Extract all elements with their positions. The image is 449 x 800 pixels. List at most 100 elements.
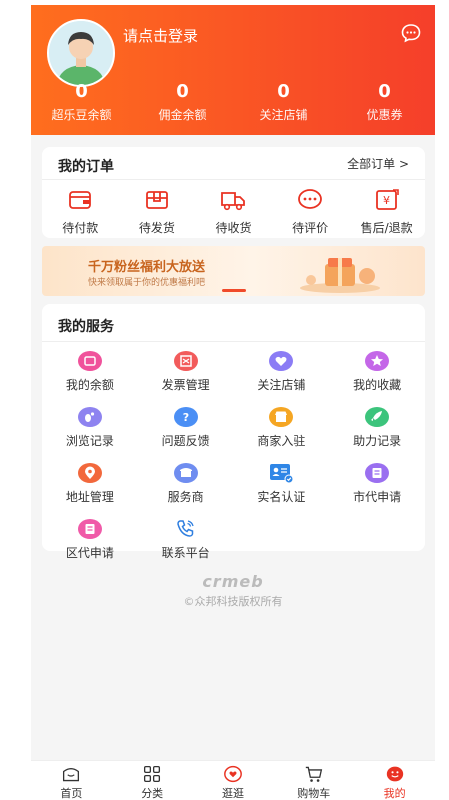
stat-followed-shops[interactable]: 0 关注店铺 [233,81,334,123]
footprint-icon [77,407,102,427]
copyright-text: ©众邦科技版权所有 [183,595,283,608]
service-real-name-auth[interactable]: 实名认证 [234,462,330,505]
service-label: 关注店铺 [257,378,306,392]
service-label: 浏览记录 [65,434,114,448]
avatar[interactable] [47,19,115,87]
balance-icon [77,351,102,371]
discover-icon [224,765,242,783]
question-icon: ? [173,407,198,427]
stat-value: 0 [75,81,88,102]
phone-icon [176,520,194,537]
brand-logo: crmeb [202,572,264,591]
tab-home[interactable]: 首页 [31,761,112,800]
service-provider[interactable]: 服务商 [138,462,234,505]
service-label: 助力记录 [353,434,402,448]
order-pending-shipment[interactable]: 待发货 [119,187,196,236]
apply-icon [365,463,390,483]
apply-pink-icon [77,519,102,539]
stat-label: 关注店铺 [259,108,308,122]
service-label: 区代申请 [65,546,114,560]
gift-illustration-icon [300,258,380,293]
profile-header: 请点击登录 0 超乐豆余额 0 佣金余额 0 关注店铺 0 优惠券 [31,5,435,135]
banner-title: 千万粉丝福利大放送 [88,260,206,275]
order-status-row: 待付款 待发货 待收货 待评价 ¥ 售后/退款 [42,187,425,236]
wallet-icon [69,191,92,209]
service-history[interactable]: 浏览记录 [42,406,138,449]
truck-icon [221,192,246,211]
all-orders-link[interactable]: 全部订单 > [347,155,409,172]
message-icon[interactable] [401,23,421,43]
svg-text:?: ? [182,411,188,424]
stat-value: 0 [277,81,290,102]
invoice-icon [173,351,198,371]
service-label: 我的收藏 [353,378,402,392]
service-label: 问题反馈 [161,434,210,448]
service-feedback[interactable]: ? 问题反馈 [138,406,234,449]
service-merchant-join[interactable]: 商家入驻 [234,406,330,449]
tab-label: 首页 [60,787,83,800]
star-icon [365,351,390,371]
banner-indicator [222,289,246,292]
package-icon [145,191,168,209]
divider [42,179,425,180]
service-label: 地址管理 [65,490,114,504]
tab-label: 分类 [141,787,164,800]
user-icon [386,766,403,782]
promo-banner[interactable]: 千万粉丝福利大放送 快来领取属于你的优惠福利吧 [42,246,425,296]
order-pending-receipt[interactable]: 待收货 [195,187,272,236]
comment-icon [298,189,322,209]
cart-icon [305,766,322,782]
stat-value: 0 [176,81,189,102]
home-icon [63,768,80,782]
stat-label: 优惠券 [366,108,403,122]
service-label: 联系平台 [161,546,210,560]
tab-category[interactable]: 分类 [112,761,193,800]
stat-value: 0 [378,81,391,102]
services-title: 我的服务 [58,319,114,335]
service-boost-records[interactable]: 助力记录 [329,406,425,449]
service-invoice[interactable]: 发票管理 [138,350,234,393]
order-label: 待收货 [215,221,252,235]
category-icon [144,765,161,783]
service-label: 实名认证 [257,490,306,504]
tab-label: 逛逛 [221,787,244,800]
tab-mine[interactable]: 我的 [354,761,435,800]
banner-subtitle: 快来领取属于你的优惠福利吧 [88,278,206,288]
stat-commission[interactable]: 0 佣金余额 [132,81,233,123]
service-followed-shops[interactable]: 关注店铺 [234,350,330,393]
services-grid: 我的余额 发票管理 关注店铺 我的收藏 浏览记录 ? 问题反馈 商家入驻 助力记… [42,350,425,561]
service-city-agent[interactable]: 市代申请 [329,462,425,505]
service-label: 服务商 [167,490,204,504]
order-refund[interactable]: ¥ 售后/退款 [348,187,425,236]
service-label: 我的余额 [65,378,114,392]
order-pending-payment[interactable]: 待付款 [42,187,119,236]
stat-label: 佣金余额 [158,108,207,122]
stat-points[interactable]: 0 超乐豆余额 [31,81,132,123]
service-contact-platform[interactable]: 联系平台 [138,518,234,561]
svg-text:¥: ¥ [383,194,390,207]
orders-card: 我的订单 全部订单 > 待付款 待发货 待收货 待评价 ¥ 售后/退款 [42,147,425,238]
service-balance[interactable]: 我的余额 [42,350,138,393]
service-label: 市代申请 [353,490,402,504]
services-card: 我的服务 我的余额 发票管理 关注店铺 我的收藏 浏览记录 ? 问题反馈 商家入… [42,304,425,560]
tab-label: 我的 [383,787,406,800]
login-link[interactable]: 请点击登录 [123,25,198,46]
service-label: 发票管理 [161,378,210,392]
stat-coupons[interactable]: 0 优惠券 [334,81,435,123]
orders-title: 我的订单 [58,159,114,175]
refund-icon: ¥ [375,189,399,210]
tab-cart[interactable]: 购物车 [273,761,354,800]
tab-discover[interactable]: 逛逛 [193,761,274,800]
stat-label: 超乐豆余额 [51,108,112,122]
order-label: 待发货 [138,221,175,235]
order-pending-review[interactable]: 待评价 [272,187,349,236]
divider [42,341,425,342]
service-district-agent[interactable]: 区代申请 [42,518,138,561]
service-address[interactable]: 地址管理 [42,462,138,505]
account-stats: 0 超乐豆余额 0 佣金余额 0 关注店铺 0 优惠券 [31,81,435,123]
service-favorites[interactable]: 我的收藏 [329,350,425,393]
order-label: 待付款 [62,221,99,235]
rocket-icon [365,407,390,427]
location-icon [77,463,102,483]
id-card-icon [270,464,294,484]
